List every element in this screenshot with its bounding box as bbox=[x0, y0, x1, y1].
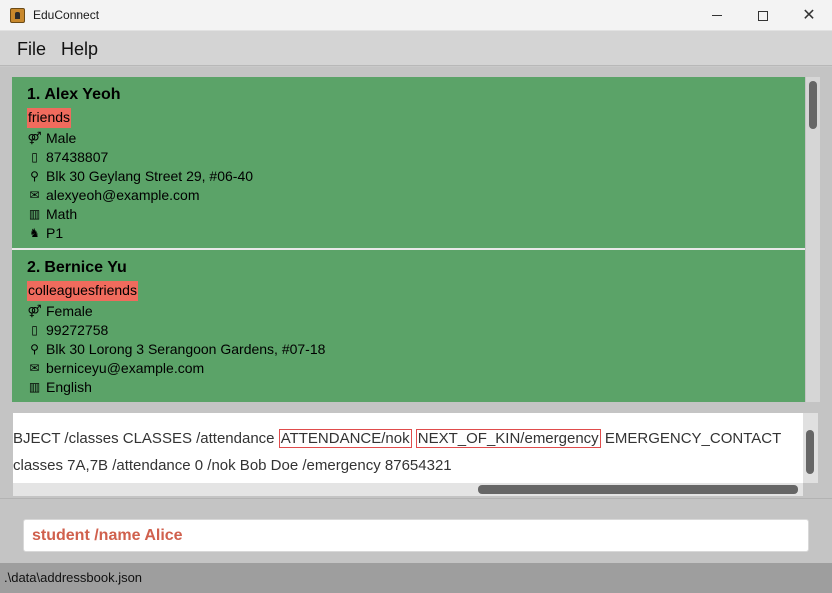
menu-help[interactable]: Help bbox=[61, 39, 98, 60]
phone-field: ▯ 87438807 bbox=[27, 148, 805, 167]
gender-field: ⚤ Male bbox=[27, 129, 805, 148]
close-icon: ✕ bbox=[802, 6, 816, 24]
person-card[interactable]: 2. Bernice Yu colleaguesfriends ⚤ Female ▯… bbox=[12, 250, 805, 402]
person-list-scrollbar[interactable] bbox=[806, 77, 820, 402]
person-tag: colleaguesfriends bbox=[27, 281, 138, 301]
person-list-panel: 1. Alex Yeoh friends ⚤ Male ▯ 87438807 ⚲ Blk… bbox=[0, 67, 832, 405]
minimize-icon bbox=[712, 15, 722, 16]
maximize-icon bbox=[758, 10, 768, 21]
result-vertical-scroll-thumb[interactable] bbox=[806, 430, 814, 474]
gender-icon: ⚤ bbox=[27, 131, 42, 145]
title-bar: EduConnect ✕ bbox=[0, 0, 832, 31]
books-icon: ▥ bbox=[28, 380, 41, 394]
classes-field: ♞ P1 bbox=[27, 224, 805, 243]
person-list-scroll-thumb[interactable] bbox=[809, 81, 817, 129]
email-text: berniceyu@example.com bbox=[46, 360, 205, 376]
address-field: ⚲ Blk 30 Geylang Street 29, #06-40 bbox=[27, 167, 805, 186]
phone-field: ▯ 99272758 bbox=[27, 321, 805, 340]
person-name: 2. Bernice Yu bbox=[27, 259, 805, 279]
gender-field: ⚤ Female bbox=[27, 302, 805, 321]
pin-icon: ⚲ bbox=[30, 169, 39, 183]
phone-text: 99272758 bbox=[46, 322, 109, 338]
close-button[interactable]: ✕ bbox=[786, 0, 832, 31]
menu-bar: File Help bbox=[0, 31, 832, 66]
subject-text: English bbox=[46, 379, 92, 395]
result-horizontal-scroll-thumb[interactable] bbox=[478, 485, 798, 494]
result-error-highlight: ATTENDANCE/nok bbox=[278, 429, 412, 448]
email-field: ✉ berniceyu@example.com bbox=[27, 359, 805, 378]
result-line-2: classes 7A,7B /attendance 0 /nok Bob Doe… bbox=[13, 457, 452, 474]
gender-text: Male bbox=[46, 130, 77, 146]
app-logo-icon bbox=[10, 8, 25, 23]
result-horizontal-scrollbar[interactable] bbox=[13, 483, 803, 496]
person-name: 1. Alex Yeoh bbox=[27, 86, 805, 106]
result-panel: BJECT /classes CLASSES /attendance ATTEN… bbox=[0, 405, 832, 498]
phone-icon: ▯ bbox=[31, 323, 38, 337]
person-name-text: Alex Yeoh bbox=[44, 86, 121, 103]
books-icon: ▥ bbox=[28, 207, 41, 221]
status-file-path: .\data\addressbook.json bbox=[4, 570, 143, 585]
result-display[interactable]: BJECT /classes CLASSES /attendance ATTEN… bbox=[13, 413, 803, 483]
status-bar: .\data\addressbook.json bbox=[0, 563, 832, 593]
person-tag: friends bbox=[27, 108, 72, 128]
minimize-button[interactable] bbox=[694, 0, 740, 31]
gender-text: Female bbox=[46, 303, 93, 319]
result-error-highlight: NEXT_OF_KIN/emergency bbox=[415, 429, 601, 448]
person-name-text: Bernice Yu bbox=[44, 259, 127, 276]
phone-icon: ▯ bbox=[31, 150, 38, 164]
person-index: 2. bbox=[27, 259, 41, 276]
address-text: Blk 30 Lorong 3 Serangoon Gardens, #07-1… bbox=[46, 341, 326, 357]
gender-icon: ⚤ bbox=[27, 304, 42, 318]
result-text: BJECT /classes CLASSES /attendance bbox=[13, 430, 279, 447]
person-list[interactable]: 1. Alex Yeoh friends ⚤ Male ▯ 87438807 ⚲ Blk… bbox=[12, 77, 805, 402]
address-field: ⚲ Blk 30 Lorong 3 Serangoon Gardens, #07-… bbox=[27, 340, 805, 359]
command-panel bbox=[0, 498, 832, 563]
pin-icon: ⚲ bbox=[30, 342, 39, 356]
maximize-button[interactable] bbox=[740, 0, 786, 31]
subject-field: ▥ Math bbox=[27, 205, 805, 224]
result-vertical-scrollbar[interactable] bbox=[803, 413, 818, 483]
email-icon: ✉ bbox=[29, 361, 40, 375]
menu-file[interactable]: File bbox=[17, 39, 46, 60]
subject-field: ▥ English bbox=[27, 378, 805, 397]
address-text: Blk 30 Geylang Street 29, #06-40 bbox=[46, 168, 254, 184]
email-field: ✉ alexyeoh@example.com bbox=[27, 186, 805, 205]
result-text: EMERGENCY_CONTACT bbox=[600, 430, 782, 447]
command-input[interactable] bbox=[23, 519, 809, 552]
subject-text: Math bbox=[46, 206, 78, 222]
window-title: EduConnect bbox=[33, 8, 100, 22]
class-icon: ♞ bbox=[29, 226, 40, 240]
person-card[interactable]: 1. Alex Yeoh friends ⚤ Male ▯ 87438807 ⚲ Blk… bbox=[12, 77, 805, 250]
phone-text: 87438807 bbox=[46, 149, 109, 165]
email-text: alexyeoh@example.com bbox=[46, 187, 200, 203]
classes-text: P1 bbox=[46, 225, 64, 241]
email-icon: ✉ bbox=[29, 188, 40, 202]
person-index: 1. bbox=[27, 86, 41, 103]
result-line-1: BJECT /classes CLASSES /attendance ATTEN… bbox=[13, 428, 781, 450]
